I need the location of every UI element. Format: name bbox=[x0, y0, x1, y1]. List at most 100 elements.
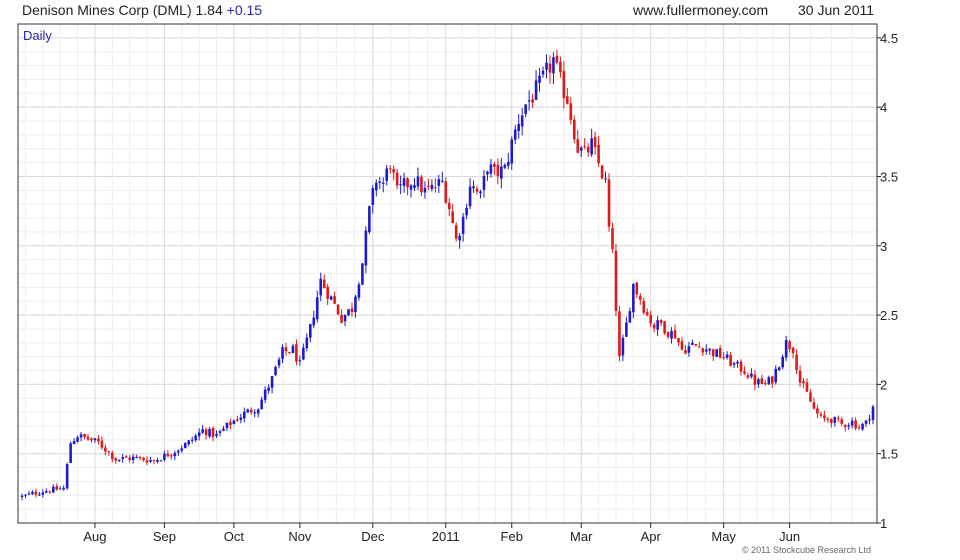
candle-body bbox=[513, 129, 517, 140]
candle bbox=[194, 433, 197, 443]
candle bbox=[83, 433, 86, 440]
candle bbox=[378, 177, 382, 190]
candle bbox=[256, 408, 260, 418]
candle bbox=[218, 429, 222, 437]
candle bbox=[531, 94, 534, 109]
candle-body bbox=[830, 419, 833, 424]
candle-body bbox=[781, 356, 784, 368]
candle-body bbox=[496, 164, 500, 177]
candle bbox=[135, 454, 138, 459]
candle-body bbox=[90, 438, 93, 441]
candle bbox=[489, 158, 493, 178]
candle bbox=[413, 177, 416, 191]
candle-body bbox=[833, 416, 837, 423]
candle-body bbox=[55, 486, 59, 490]
candle-body bbox=[267, 387, 270, 391]
candle-body bbox=[350, 308, 354, 312]
candle-body bbox=[413, 185, 416, 189]
candle-body bbox=[152, 460, 156, 462]
x-tick-label: Nov bbox=[288, 529, 312, 544]
candle-body bbox=[486, 171, 489, 175]
candle bbox=[38, 491, 41, 497]
candle bbox=[513, 124, 517, 145]
candle-body bbox=[652, 324, 656, 329]
candle bbox=[204, 427, 208, 440]
y-tick-label: 3 bbox=[880, 239, 887, 254]
candle bbox=[684, 344, 687, 355]
candle bbox=[736, 360, 739, 368]
candle-body bbox=[593, 136, 597, 148]
candle-body bbox=[500, 166, 503, 179]
candle-body bbox=[315, 297, 319, 320]
candle-body bbox=[270, 376, 274, 388]
candle-body bbox=[708, 348, 712, 351]
candle bbox=[183, 441, 187, 449]
candle-body bbox=[253, 412, 257, 414]
candle bbox=[854, 417, 857, 431]
candle bbox=[284, 342, 288, 356]
candle bbox=[600, 164, 604, 180]
candle bbox=[58, 486, 62, 490]
candle-body bbox=[72, 441, 76, 445]
candle bbox=[611, 222, 614, 253]
candle bbox=[117, 459, 121, 463]
candle-body bbox=[632, 283, 635, 313]
candle bbox=[277, 357, 281, 369]
candle-body bbox=[20, 495, 24, 498]
candle bbox=[333, 291, 336, 305]
candle-body bbox=[840, 419, 844, 424]
candle-body bbox=[704, 349, 708, 352]
candle-body bbox=[750, 373, 753, 377]
x-tick-label: 2011 bbox=[432, 529, 460, 544]
y-tick-label: 3.5 bbox=[880, 169, 898, 184]
candle bbox=[638, 292, 642, 306]
candle-body bbox=[222, 428, 225, 431]
candle-body bbox=[802, 381, 805, 384]
candle-body bbox=[298, 359, 302, 361]
candle-body bbox=[51, 486, 55, 493]
candle-body bbox=[420, 176, 423, 193]
candle-body bbox=[805, 382, 809, 392]
candle-body bbox=[614, 250, 618, 311]
candle-body bbox=[229, 422, 232, 426]
candle-body bbox=[670, 330, 673, 339]
candle-body bbox=[392, 169, 395, 173]
candle bbox=[288, 351, 291, 355]
candle bbox=[305, 333, 309, 352]
candle bbox=[399, 175, 402, 195]
candle bbox=[826, 416, 830, 423]
candle-body bbox=[722, 357, 725, 359]
candle bbox=[604, 171, 607, 183]
candle bbox=[170, 453, 173, 460]
candle bbox=[534, 70, 538, 100]
x-tick-label: Oct bbox=[224, 529, 245, 544]
candle-body bbox=[218, 431, 222, 433]
candle bbox=[722, 351, 725, 360]
candle bbox=[100, 436, 104, 450]
candle bbox=[680, 336, 684, 351]
candle bbox=[156, 457, 159, 464]
candle bbox=[159, 459, 163, 462]
candle bbox=[34, 488, 38, 498]
candle bbox=[656, 316, 659, 336]
candle bbox=[302, 343, 305, 361]
candle bbox=[197, 428, 201, 441]
candle-body bbox=[579, 147, 583, 151]
candle bbox=[225, 422, 229, 432]
candle-body bbox=[111, 452, 114, 459]
candle bbox=[774, 365, 778, 385]
candle-body bbox=[711, 349, 715, 357]
candle-body bbox=[677, 338, 680, 343]
candle-body bbox=[871, 406, 875, 420]
candle-body bbox=[204, 429, 208, 436]
candle bbox=[93, 438, 97, 443]
candle bbox=[579, 146, 583, 158]
candle bbox=[465, 203, 468, 220]
candle bbox=[131, 453, 135, 464]
candle bbox=[72, 438, 76, 445]
candle-body bbox=[62, 487, 65, 490]
candle bbox=[211, 426, 215, 442]
candle-body bbox=[482, 176, 486, 190]
candle bbox=[618, 305, 621, 362]
candle bbox=[468, 178, 472, 210]
